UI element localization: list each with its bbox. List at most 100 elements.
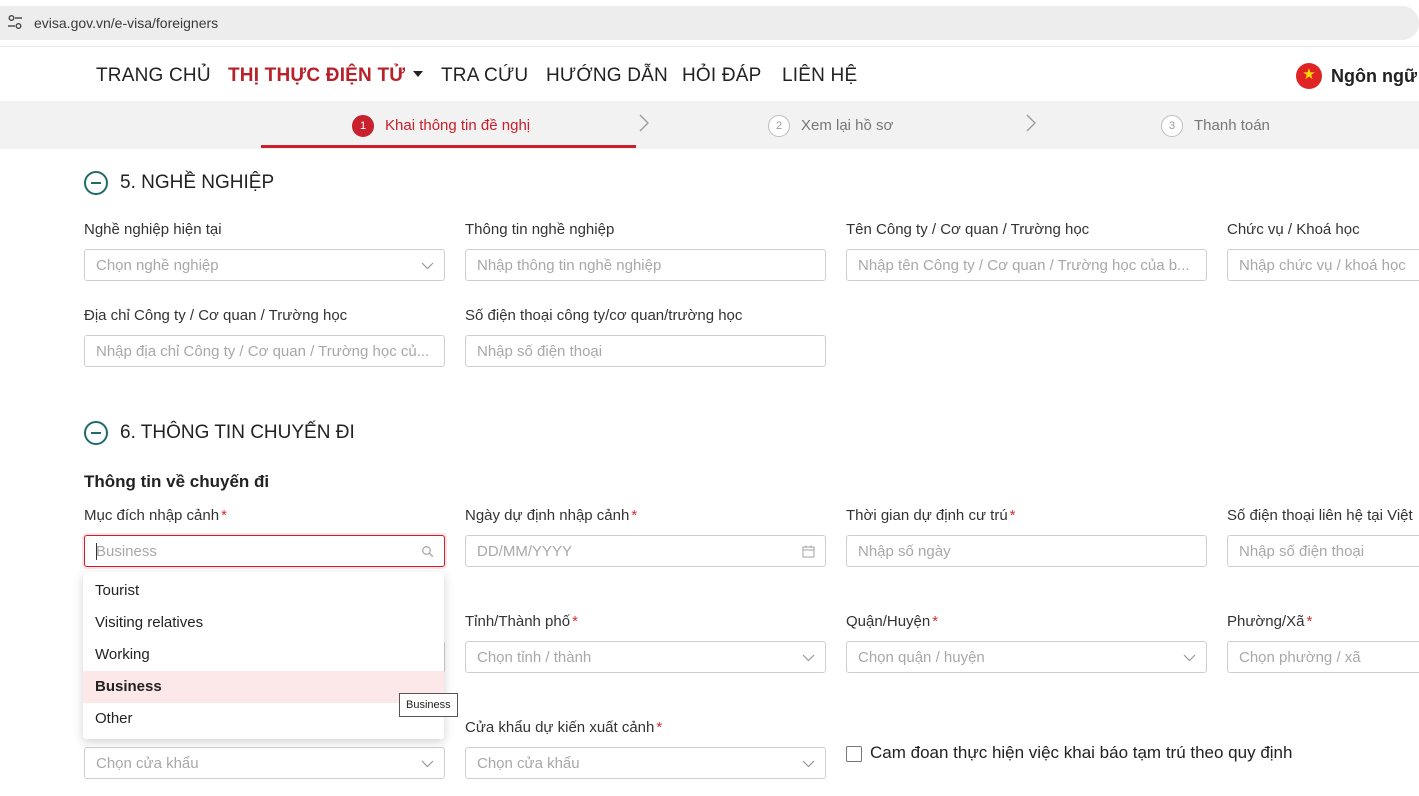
ward-select[interactable]: Chọn phường / xã [1227, 641, 1419, 673]
step-3-number: 3 [1161, 115, 1183, 137]
exit-gate-label-text: Cửa khẩu dự kiến xuất cảnh [465, 719, 655, 736]
caret-down-icon [413, 71, 424, 78]
step-1-number: 1 [352, 115, 374, 137]
current-occupation-placeholder: Chọn nghề nghiệp [96, 257, 219, 274]
province-label: Tỉnh/Thành phố * [465, 613, 578, 630]
required-mark: * [221, 507, 227, 524]
district-label: Quận/Huyện * [846, 613, 938, 630]
vietnam-phone-input[interactable]: Nhập số điện thoại [1227, 535, 1419, 567]
company-phone-label: Số điện thoại công ty/cơ quan/trường học [465, 307, 743, 324]
nav-item-evisa-label: THỊ THỰC ĐIỆN TỬ [228, 65, 406, 86]
entry-gate-select[interactable]: Chọn cửa khẩu [84, 747, 445, 779]
entry-purpose-label: Mục đích nhập cảnh * [84, 507, 227, 524]
company-name-input[interactable]: Nhập tên Công ty / Cơ quan / Trường học … [846, 249, 1207, 281]
position-placeholder: Nhập chức vụ / khoá học [1239, 257, 1406, 274]
current-occupation-label: Nghề nghiệp hiện tại [84, 221, 222, 238]
language-label: Ngôn ngữ [1331, 66, 1418, 86]
position-label: Chức vụ / Khoá học [1227, 221, 1360, 238]
nav-item-guide[interactable]: HƯỚNG DẪN [546, 65, 668, 87]
exit-gate-select[interactable]: Chọn cửa khẩu [465, 747, 826, 779]
company-phone-input[interactable]: Nhập số điện thoại [465, 335, 826, 367]
chevron-down-icon [421, 262, 434, 270]
section-trip-title: 6. THÔNG TIN CHUYẾN ĐI [120, 422, 355, 443]
entry-purpose-label-text: Mục đích nhập cảnh [84, 507, 220, 524]
district-select[interactable]: Chọn quận / huyện [846, 641, 1207, 673]
main-navbar: TRANG CHỦ THỊ THỰC ĐIỆN TỬ TRA CỨU HƯỚNG… [0, 46, 1419, 101]
stay-duration-label: Thời gian dự định cư trú * [846, 507, 1016, 524]
calendar-icon[interactable] [802, 545, 815, 558]
district-placeholder: Chọn quận / huyện [858, 649, 985, 666]
residence-declaration-label[interactable]: Cam đoan thực hiện việc khai báo tạm trú… [870, 743, 1292, 763]
chevron-right-icon [639, 114, 649, 132]
required-mark: * [631, 507, 638, 524]
text-cursor [96, 543, 97, 560]
chevron-down-icon [802, 760, 815, 768]
company-name-label: Tên Công ty / Cơ quan / Trường học [846, 221, 1090, 238]
nav-item-evisa[interactable]: THỊ THỰC ĐIỆN TỬ [228, 65, 424, 87]
step-1-label: Khai thông tin đề nghị [385, 117, 531, 134]
entry-purpose-search-input[interactable]: Business [84, 535, 445, 567]
ward-placeholder: Chọn phường / xã [1239, 649, 1361, 666]
district-label-text: Quận/Huyện [846, 613, 931, 630]
active-step-underline [261, 145, 636, 148]
required-mark: * [932, 613, 939, 630]
position-input[interactable]: Nhập chức vụ / khoá học [1227, 249, 1419, 281]
exit-gate-placeholder: Chọn cửa khẩu [477, 755, 580, 772]
ward-label-text: Phường/Xã [1227, 613, 1305, 630]
dropdown-option-visiting-relatives[interactable]: Visiting relatives [83, 607, 444, 639]
company-address-placeholder: Nhập địa chỉ Công ty / Cơ quan / Trường … [96, 343, 430, 360]
step-2-number: 2 [768, 115, 790, 137]
chevron-down-icon [421, 760, 434, 768]
required-mark: * [572, 613, 578, 630]
occupation-info-placeholder: Nhập thông tin nghề nghiệp [477, 257, 662, 274]
browser-address-bar: evisa.gov.vn/e-visa/foreigners [0, 0, 1419, 46]
collapse-minus-icon[interactable] [84, 421, 108, 445]
entry-purpose-placeholder: Business [96, 543, 157, 560]
entry-date-input[interactable]: DD/MM/YYYY [465, 535, 826, 567]
nav-item-faq[interactable]: HỎI ĐÁP [682, 65, 762, 87]
required-mark: * [656, 719, 663, 736]
occupation-info-input[interactable]: Nhập thông tin nghề nghiệp [465, 249, 826, 281]
stay-duration-placeholder: Nhập số ngày [858, 543, 951, 560]
search-icon [422, 546, 434, 558]
entry-purpose-dropdown: Tourist Visiting relatives Working Busin… [83, 572, 444, 739]
step-3-label: Thanh toán [1194, 117, 1270, 134]
company-address-label: Địa chỉ Công ty / Cơ quan / Trường học [84, 307, 348, 324]
company-phone-placeholder: Nhập số điện thoại [477, 343, 603, 360]
province-placeholder: Chọn tỉnh / thành [477, 649, 592, 666]
trip-info-subtitle: Thông tin về chuyến đi [84, 472, 270, 491]
entry-gate-placeholder: Chọn cửa khẩu [96, 755, 199, 772]
dropdown-option-tourist[interactable]: Tourist [83, 575, 444, 607]
required-mark: * [1306, 613, 1313, 630]
stay-duration-input[interactable]: Nhập số ngày [846, 535, 1207, 567]
company-address-input[interactable]: Nhập địa chỉ Công ty / Cơ quan / Trường … [84, 335, 445, 367]
province-select[interactable]: Chọn tỉnh / thành [465, 641, 826, 673]
collapse-minus-icon[interactable] [84, 171, 108, 195]
dropdown-option-working[interactable]: Working [83, 639, 444, 671]
entry-date-label: Ngày dự định nhập cảnh * [465, 507, 637, 524]
current-occupation-select[interactable]: Chọn nghề nghiệp [84, 249, 445, 281]
province-label-text: Tỉnh/Thành phố [465, 613, 571, 630]
residence-declaration-checkbox[interactable] [846, 746, 862, 762]
vietnam-phone-placeholder: Nhập số điện thoại [1239, 543, 1365, 560]
exit-gate-label: Cửa khẩu dự kiến xuất cảnh * [465, 719, 662, 736]
nav-item-home[interactable]: TRANG CHỦ [96, 65, 211, 87]
url-text[interactable]: evisa.gov.vn/e-visa/foreigners [34, 15, 218, 31]
required-mark: * [1009, 507, 1016, 524]
section-occupation-title: 5. NGHỀ NGHIỆP [120, 172, 275, 193]
chevron-right-icon [1026, 114, 1036, 132]
entry-date-label-text: Ngày dự định nhập cảnh [465, 507, 630, 524]
step-2-label: Xem lại hồ sơ [801, 117, 894, 134]
chevron-down-icon [1183, 654, 1196, 662]
site-settings-icon[interactable] [7, 14, 23, 30]
chevron-down-icon [802, 654, 815, 662]
stay-duration-label-text: Thời gian dự định cư trú [846, 507, 1008, 524]
dropdown-option-other[interactable]: Other [83, 703, 444, 735]
nav-item-lookup[interactable]: TRA CỨU [441, 65, 528, 87]
ward-label: Phường/Xã * [1227, 613, 1312, 630]
company-name-placeholder: Nhập tên Công ty / Cơ quan / Trường học … [858, 257, 1190, 274]
nav-item-contact[interactable]: LIÊN HỆ [782, 65, 857, 87]
progress-stepper: 1 Khai thông tin đề nghị 2 Xem lại hồ sơ… [0, 101, 1419, 149]
dropdown-option-business[interactable]: Business [83, 671, 444, 703]
vietnam-phone-label: Số điện thoại liên hệ tại Việt [1227, 507, 1413, 524]
